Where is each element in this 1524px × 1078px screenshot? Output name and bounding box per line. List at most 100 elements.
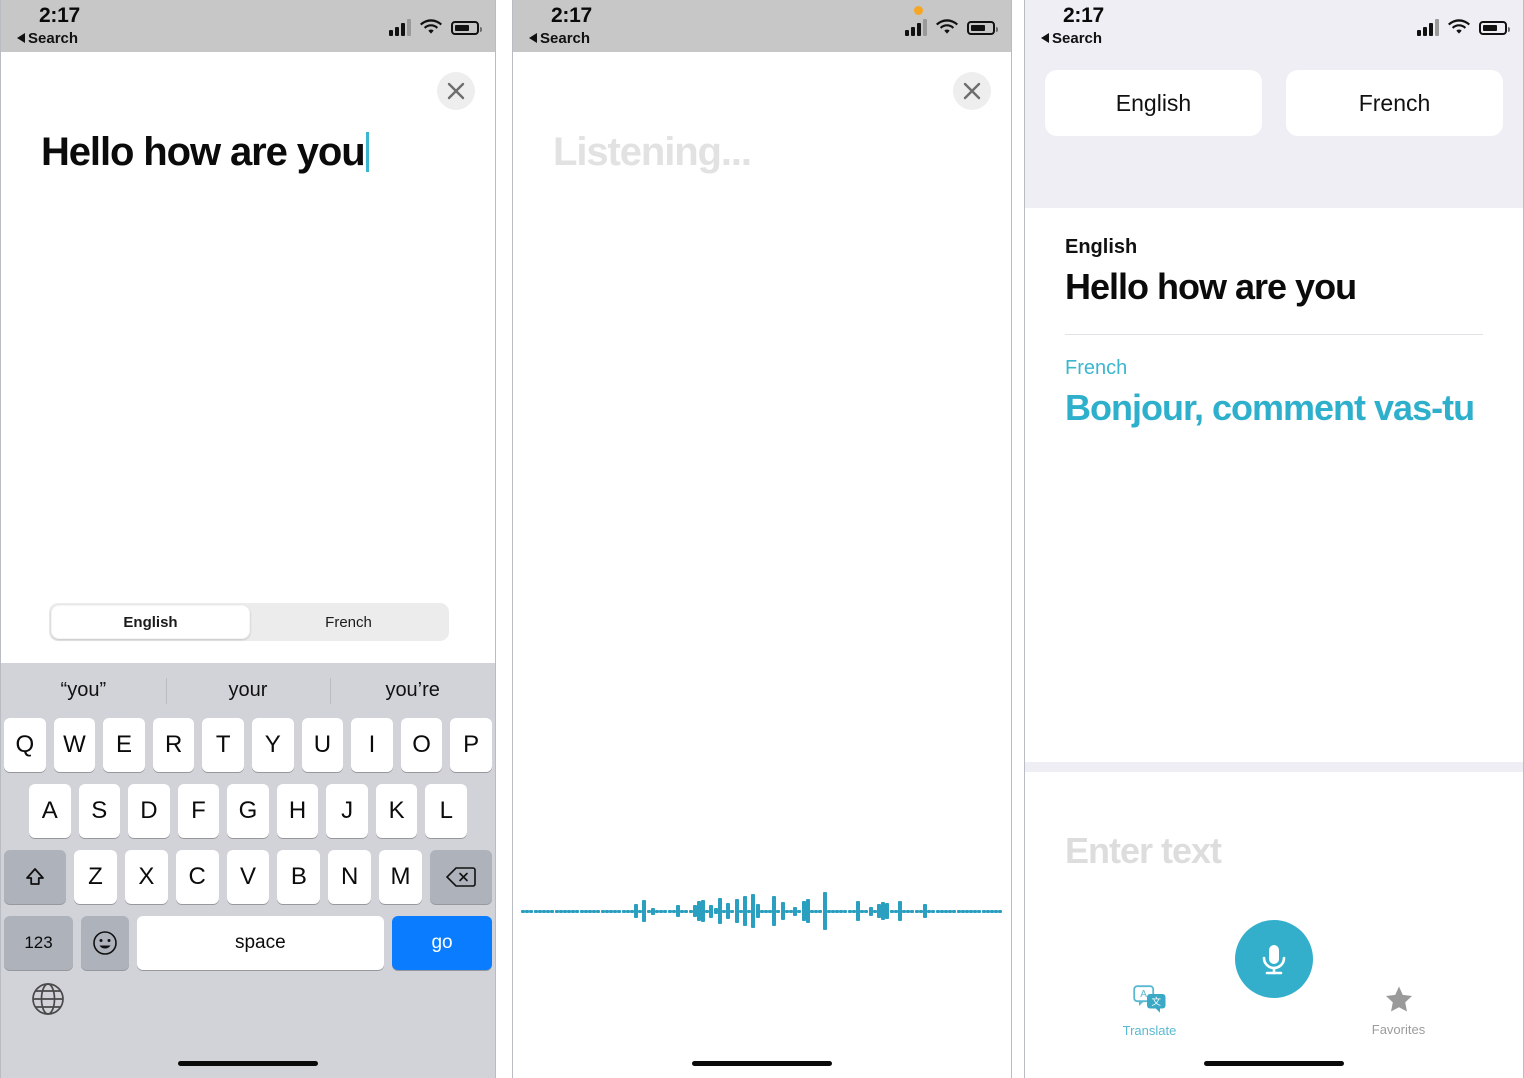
home-indicator bbox=[178, 1061, 318, 1066]
suggestion-1[interactable]: your bbox=[166, 679, 331, 702]
status-bar-back-to-search[interactable]: Search bbox=[17, 30, 78, 47]
source-text[interactable]: Hello how are you bbox=[1065, 265, 1483, 308]
cellular-signal-icon bbox=[1417, 19, 1439, 36]
close-icon[interactable] bbox=[953, 72, 991, 110]
language-segmented-control[interactable]: English French bbox=[49, 603, 449, 641]
key-G[interactable]: G bbox=[227, 784, 269, 838]
keyboard-suggestion-strip: “you” your you’re bbox=[1, 663, 495, 718]
key-I[interactable]: I bbox=[351, 718, 393, 772]
key-Q[interactable]: Q bbox=[4, 718, 46, 772]
target-text[interactable]: Bonjour, comment vas-tu bbox=[1065, 386, 1483, 429]
audio-waveform bbox=[521, 882, 1003, 940]
waveform-bar bbox=[529, 909, 534, 913]
translate-screen: English French English Hello how are you… bbox=[1025, 52, 1523, 1078]
key-Y[interactable]: Y bbox=[252, 718, 294, 772]
suggestion-0[interactable]: “you” bbox=[1, 679, 166, 702]
key-Z[interactable]: Z bbox=[74, 850, 117, 904]
status-bar-back-to-search[interactable]: Search bbox=[1041, 30, 1102, 47]
key-P[interactable]: P bbox=[450, 718, 492, 772]
status-bar-indicators bbox=[905, 14, 998, 36]
key-O[interactable]: O bbox=[400, 718, 443, 772]
key-K[interactable]: K bbox=[375, 784, 418, 838]
key-B[interactable]: B bbox=[277, 850, 321, 904]
status-bar-back-to-search[interactable]: Search bbox=[529, 30, 590, 47]
tab-favorites[interactable]: Favorites bbox=[1274, 985, 1523, 1038]
cellular-signal-icon bbox=[389, 19, 411, 36]
screenshot-stage: 2:17 Search Hello how are you English Fr… bbox=[0, 0, 1524, 1078]
key-M[interactable]: M bbox=[379, 850, 422, 904]
waveform-bar bbox=[751, 894, 756, 928]
waveform-bar bbox=[801, 901, 806, 921]
waveform-bar bbox=[600, 909, 605, 913]
waveform-bar bbox=[776, 909, 781, 913]
language-selector-bar: English French bbox=[1025, 52, 1523, 158]
backspace-icon[interactable] bbox=[429, 850, 492, 904]
shift-arrow-icon[interactable] bbox=[4, 850, 67, 904]
typed-text[interactable]: Hello how are you bbox=[41, 129, 455, 175]
suggestion-2[interactable]: you’re bbox=[330, 679, 495, 702]
text-entry-card: Enter text A 文 Translate Favorites bbox=[1025, 772, 1523, 1078]
listening-status-text: Listening... bbox=[553, 130, 752, 174]
emoji-smiley-icon[interactable] bbox=[81, 916, 129, 970]
key-V[interactable]: V bbox=[226, 850, 270, 904]
wifi-icon bbox=[1448, 19, 1470, 36]
back-label: Search bbox=[1052, 30, 1103, 47]
globe-icon[interactable] bbox=[31, 982, 65, 1016]
battery-icon bbox=[451, 21, 482, 35]
status-bar: 2:17 Search bbox=[1, 0, 495, 52]
tab-translate[interactable]: A 文 Translate bbox=[1025, 985, 1274, 1038]
key-D[interactable]: D bbox=[128, 784, 170, 838]
waveform-bar bbox=[885, 903, 890, 919]
waveform-bar bbox=[575, 909, 580, 913]
home-indicator bbox=[1204, 1061, 1344, 1066]
key-E[interactable]: E bbox=[103, 718, 145, 772]
key-C[interactable]: C bbox=[175, 850, 219, 904]
key-N[interactable]: N bbox=[328, 850, 372, 904]
key-H[interactable]: H bbox=[276, 784, 319, 838]
status-bar: 2:17 Search bbox=[513, 0, 1011, 52]
tab-favorites-label: Favorites bbox=[1371, 1022, 1426, 1037]
source-language-button[interactable]: English bbox=[1045, 70, 1262, 136]
waveform-bar bbox=[952, 909, 957, 913]
key-U[interactable]: U bbox=[301, 718, 344, 772]
waveform-bar bbox=[889, 909, 894, 913]
waveform-bar bbox=[843, 909, 848, 913]
key-go[interactable]: go bbox=[392, 916, 492, 970]
key-J[interactable]: J bbox=[326, 784, 368, 838]
status-bar-time: 2:17 bbox=[551, 4, 592, 27]
keyboard-row-2: ASDFGHJKL bbox=[1, 784, 495, 838]
segment-french[interactable]: French bbox=[250, 605, 447, 639]
waveform-bar bbox=[617, 909, 622, 913]
waveform-bar bbox=[822, 892, 827, 930]
target-language-button[interactable]: French bbox=[1286, 70, 1503, 136]
key-L[interactable]: L bbox=[425, 784, 468, 838]
cellular-signal-icon bbox=[905, 19, 927, 36]
on-screen-keyboard: “you” your you’re QWERTYUIOP ASDFGHJKL Z… bbox=[1, 663, 495, 1078]
waveform-bar bbox=[910, 909, 915, 913]
enter-text-placeholder[interactable]: Enter text bbox=[1065, 830, 1483, 872]
waveform-bar bbox=[864, 909, 869, 913]
close-icon[interactable] bbox=[437, 72, 475, 110]
key-numbers[interactable]: 123 bbox=[4, 916, 73, 970]
status-bar-indicators bbox=[389, 14, 482, 36]
segment-english[interactable]: English bbox=[51, 605, 250, 639]
waveform-bar bbox=[868, 906, 873, 916]
status-bar: 2:17 Search bbox=[1025, 0, 1523, 52]
key-A[interactable]: A bbox=[28, 784, 71, 838]
waveform-bar bbox=[596, 909, 601, 913]
key-R[interactable]: R bbox=[152, 718, 195, 772]
waveform-bar bbox=[621, 909, 626, 913]
key-S[interactable]: S bbox=[78, 784, 121, 838]
key-W[interactable]: W bbox=[53, 718, 96, 772]
waveform-bar bbox=[554, 909, 559, 913]
key-F[interactable]: F bbox=[177, 784, 220, 838]
key-space[interactable]: space bbox=[136, 916, 385, 970]
waveform-bar bbox=[550, 909, 555, 913]
keyboard-globe-row bbox=[1, 982, 495, 1016]
key-X[interactable]: X bbox=[124, 850, 168, 904]
phone-panel-listening: 2:17 Search Listening... bbox=[512, 0, 1012, 1078]
waveform-bar bbox=[684, 909, 689, 913]
key-T[interactable]: T bbox=[202, 718, 244, 772]
waveform-bar bbox=[935, 909, 940, 913]
svg-text:文: 文 bbox=[1151, 996, 1161, 1008]
